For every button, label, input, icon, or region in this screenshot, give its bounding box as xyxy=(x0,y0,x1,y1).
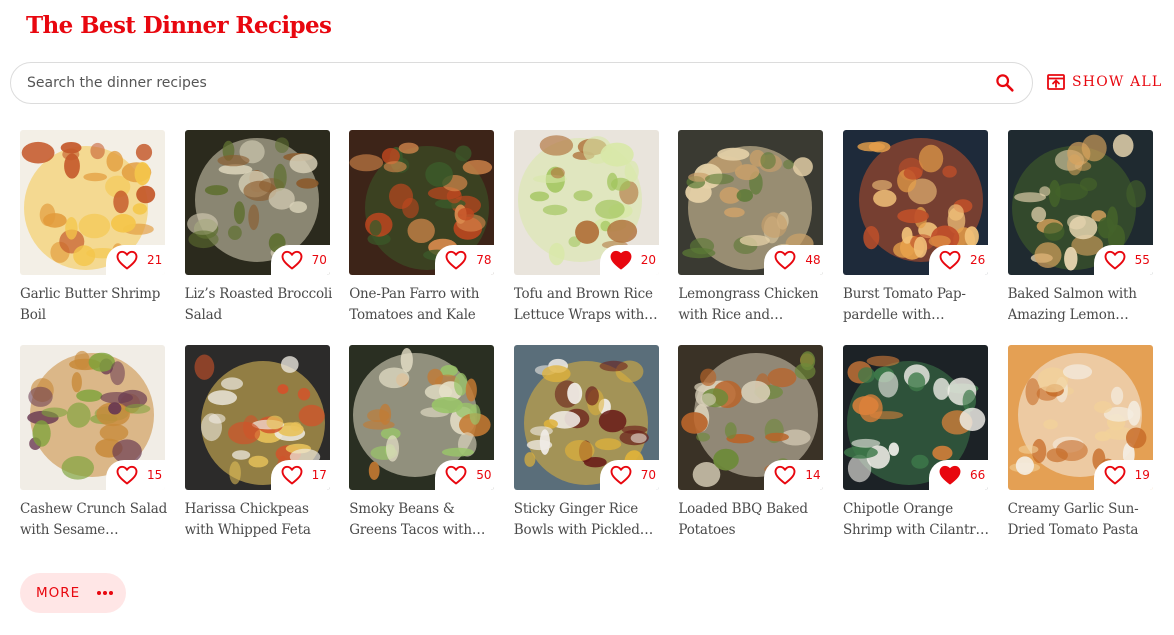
recipe-title[interactable]: Smoky Beans & Greens Tacos with Aj… xyxy=(349,499,497,541)
like-badge[interactable]: 17 xyxy=(270,460,330,490)
recipe-title[interactable]: Loaded BBQ Baked Potatoes xyxy=(678,499,826,541)
recipe-card[interactable]: 70 Sticky Ginger Rice Bowls with Pickled… xyxy=(513,345,662,560)
recipe-card[interactable]: 14 Loaded BBQ Baked Potatoes xyxy=(678,345,826,560)
recipe-grid: 21 Garlic Butter Shrimp Boil 70 Liz’s Roast… xyxy=(20,130,1174,560)
like-count: 66 xyxy=(969,468,986,482)
recipe-thumbnail[interactable]: 20 xyxy=(513,130,659,275)
search-icon[interactable] xyxy=(994,72,1016,94)
like-badge[interactable]: 55 xyxy=(1093,245,1153,275)
recipe-title[interactable]: Chipotle Orange Shrimp with Cilantr… xyxy=(843,499,991,541)
recipe-card[interactable]: 15 Cashew Crunch Salad with Sesame Dressi… xyxy=(20,345,168,560)
recipe-thumbnail[interactable]: 14 xyxy=(678,345,824,490)
like-count: 70 xyxy=(640,468,657,482)
heart-icon[interactable] xyxy=(774,250,796,270)
recipe-title[interactable]: One-Pan Farro with Tomatoes and Kale xyxy=(349,284,497,326)
recipe-title[interactable]: Cashew Crunch Salad with Sesame Dressing xyxy=(20,499,168,541)
recipe-thumbnail[interactable]: 19 xyxy=(1007,345,1153,490)
recipe-thumbnail[interactable]: 70 xyxy=(184,130,330,275)
like-badge[interactable]: 19 xyxy=(1093,460,1153,490)
recipe-card[interactable]: 26 Burst Tomato Pap-pardelle with Zucchi… xyxy=(842,130,991,345)
recipe-thumbnail[interactable]: 26 xyxy=(842,130,988,275)
like-badge[interactable]: 50 xyxy=(435,460,495,490)
recipe-thumbnail[interactable]: 66 xyxy=(842,345,988,490)
recipe-row: 21 Garlic Butter Shrimp Boil 70 Liz’s Roast… xyxy=(20,130,1174,345)
recipe-thumbnail[interactable]: 17 xyxy=(184,345,330,490)
like-badge[interactable]: 15 xyxy=(106,460,165,490)
like-badge[interactable]: 48 xyxy=(764,245,824,275)
recipe-title[interactable]: Garlic Butter Shrimp Boil xyxy=(20,284,168,326)
recipe-thumbnail[interactable]: 50 xyxy=(349,345,495,490)
heart-filled-icon[interactable] xyxy=(939,465,961,485)
like-count: 15 xyxy=(147,468,163,482)
heart-filled-icon[interactable] xyxy=(610,250,632,270)
recipe-thumbnail[interactable]: 15 xyxy=(20,345,165,490)
recipe-card[interactable]: 50 Smoky Beans & Greens Tacos with Aj… xyxy=(349,345,497,560)
heart-icon[interactable] xyxy=(939,250,961,270)
like-badge[interactable]: 20 xyxy=(599,245,659,275)
search-bar xyxy=(10,62,1033,104)
recipe-card[interactable]: 66 Chipotle Orange Shrimp with Cilantr… xyxy=(842,345,991,560)
recipe-card[interactable]: 17 Harissa Chickpeas with Whipped Feta xyxy=(184,345,333,560)
like-count: 19 xyxy=(1134,468,1150,482)
recipe-card[interactable]: 19 Creamy Garlic Sun-Dried Tomato Pasta xyxy=(1007,345,1156,560)
recipe-title[interactable]: Burst Tomato Pap-pardelle with Zucchi… xyxy=(843,284,991,326)
like-count: 20 xyxy=(640,253,657,267)
heart-icon[interactable] xyxy=(774,465,796,485)
like-badge[interactable]: 66 xyxy=(928,460,988,490)
recipe-card[interactable]: 48 Lemongrass Chicken with Rice and… xyxy=(678,130,826,345)
more-dots-icon xyxy=(97,591,114,595)
recipe-title[interactable]: Harissa Chickpeas with Whipped Feta xyxy=(185,499,333,541)
recipe-title[interactable]: Liz’s Roasted Broccoli Salad xyxy=(185,284,333,326)
recipe-title[interactable]: Lemongrass Chicken with Rice and… xyxy=(678,284,826,326)
recipe-title[interactable]: Baked Salmon with Amazing Lemon… xyxy=(1008,284,1156,326)
recipe-thumbnail[interactable]: 55 xyxy=(1007,130,1153,275)
recipe-thumbnail[interactable]: 70 xyxy=(513,345,659,490)
like-badge[interactable]: 21 xyxy=(106,245,165,275)
like-count: 26 xyxy=(969,253,986,267)
recipe-card[interactable]: 20 Tofu and Brown Rice Lettuce Wraps with… xyxy=(513,130,662,345)
more-label: MORE xyxy=(36,585,81,601)
heart-icon[interactable] xyxy=(281,465,303,485)
recipe-card[interactable]: 70 Liz’s Roasted Broccoli Salad xyxy=(184,130,333,345)
heart-icon[interactable] xyxy=(1104,465,1126,485)
recipe-card[interactable]: 78 One-Pan Farro with Tomatoes and Kale xyxy=(349,130,497,345)
like-count: 78 xyxy=(476,253,492,267)
page-title: The Best Dinner Recipes xyxy=(26,12,332,39)
heart-icon[interactable] xyxy=(281,250,303,270)
recipe-title[interactable]: Tofu and Brown Rice Lettuce Wraps with… xyxy=(514,284,662,326)
recipe-title[interactable]: Creamy Garlic Sun-Dried Tomato Pasta xyxy=(1008,499,1156,541)
show-all-label: SHOW ALL xyxy=(1072,74,1163,90)
heart-icon[interactable] xyxy=(445,465,467,485)
more-button[interactable]: MORE xyxy=(20,573,126,613)
heart-icon[interactable] xyxy=(1104,250,1126,270)
like-badge[interactable]: 26 xyxy=(928,245,988,275)
heart-icon[interactable] xyxy=(116,250,138,270)
recipe-thumbnail[interactable]: 78 xyxy=(349,130,495,275)
show-all-button[interactable]: SHOW ALL xyxy=(1046,70,1162,94)
like-count: 17 xyxy=(311,468,327,482)
like-count: 21 xyxy=(147,253,163,267)
recipe-row: 15 Cashew Crunch Salad with Sesame Dressi… xyxy=(20,345,1174,560)
like-count: 50 xyxy=(476,468,492,482)
like-badge[interactable]: 70 xyxy=(270,245,330,275)
like-badge[interactable]: 78 xyxy=(435,245,495,275)
recipe-card[interactable]: 21 Garlic Butter Shrimp Boil xyxy=(20,130,165,345)
open-in-new-icon xyxy=(1047,74,1065,90)
recipe-card[interactable]: 55 Baked Salmon with Amazing Lemon… xyxy=(1007,130,1156,345)
search-input[interactable] xyxy=(27,75,986,91)
recipe-thumbnail[interactable]: 48 xyxy=(678,130,824,275)
like-count: 14 xyxy=(805,468,821,482)
like-count: 70 xyxy=(311,253,327,267)
like-badge[interactable]: 14 xyxy=(764,460,824,490)
recipe-thumbnail[interactable]: 21 xyxy=(20,130,165,275)
heart-icon[interactable] xyxy=(610,465,632,485)
recipe-title[interactable]: Sticky Ginger Rice Bowls with Pickled… xyxy=(514,499,662,541)
like-count: 55 xyxy=(1134,253,1150,267)
like-badge[interactable]: 70 xyxy=(599,460,659,490)
heart-icon[interactable] xyxy=(116,465,138,485)
heart-icon[interactable] xyxy=(445,250,467,270)
like-count: 48 xyxy=(805,253,821,267)
